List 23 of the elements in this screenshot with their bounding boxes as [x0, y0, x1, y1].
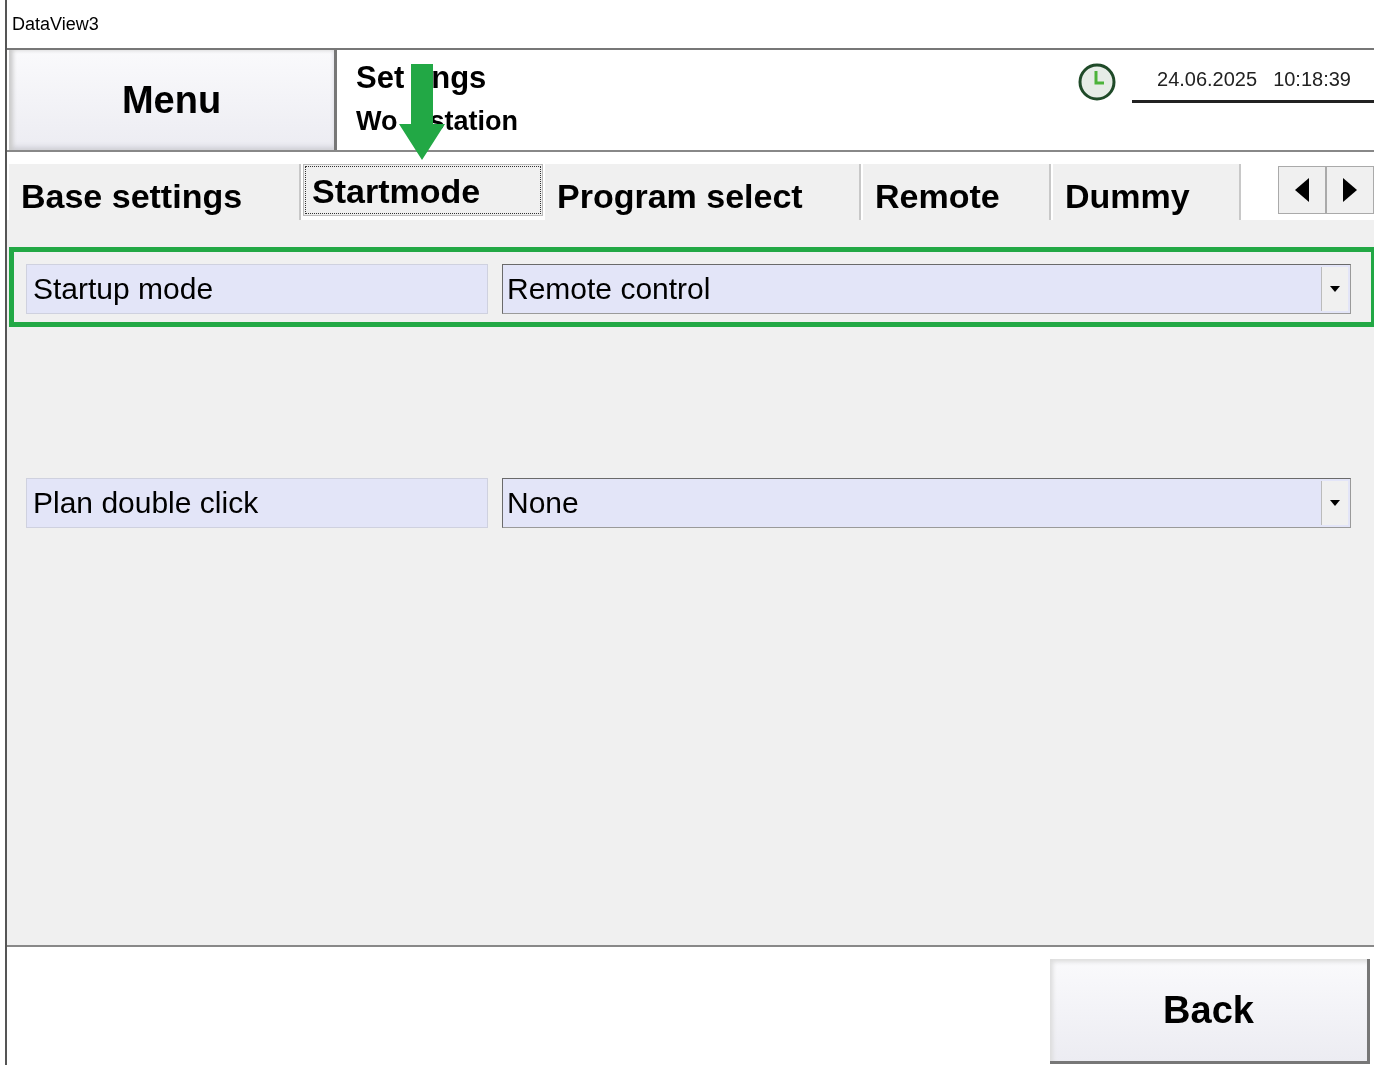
page-subtitle: Wo — [356, 106, 398, 137]
dropdown[interactable]: None — [502, 478, 1351, 528]
setting-label: Plan double click — [26, 478, 488, 528]
menu-button[interactable]: Menu — [9, 50, 337, 150]
page-title: Set — [356, 60, 405, 97]
left-triangle-icon — [1295, 178, 1309, 202]
date-text: 24.06.2025 — [1157, 68, 1258, 92]
page-title: ngs — [431, 60, 487, 97]
right-triangle-icon — [1343, 178, 1357, 202]
tab[interactable]: Dummy — [1053, 164, 1241, 220]
tab[interactable]: Base settings — [9, 164, 301, 220]
tab[interactable]: Program select — [545, 164, 861, 220]
time-text: 10:18:39 — [1273, 68, 1351, 92]
scroll-right-button[interactable] — [1326, 166, 1374, 214]
dropdown-arrow-icon — [1330, 286, 1340, 292]
dropdown-arrow-icon — [1330, 500, 1340, 506]
clock-icon — [1077, 62, 1117, 102]
scroll-left-button[interactable] — [1278, 166, 1326, 214]
setting-label: Startup mode — [26, 264, 488, 314]
tab[interactable]: Startmode — [303, 164, 543, 216]
back-button[interactable]: Back — [1050, 959, 1370, 1064]
dropdown[interactable]: Remote control — [502, 264, 1351, 314]
tab[interactable]: Remote — [863, 164, 1051, 220]
